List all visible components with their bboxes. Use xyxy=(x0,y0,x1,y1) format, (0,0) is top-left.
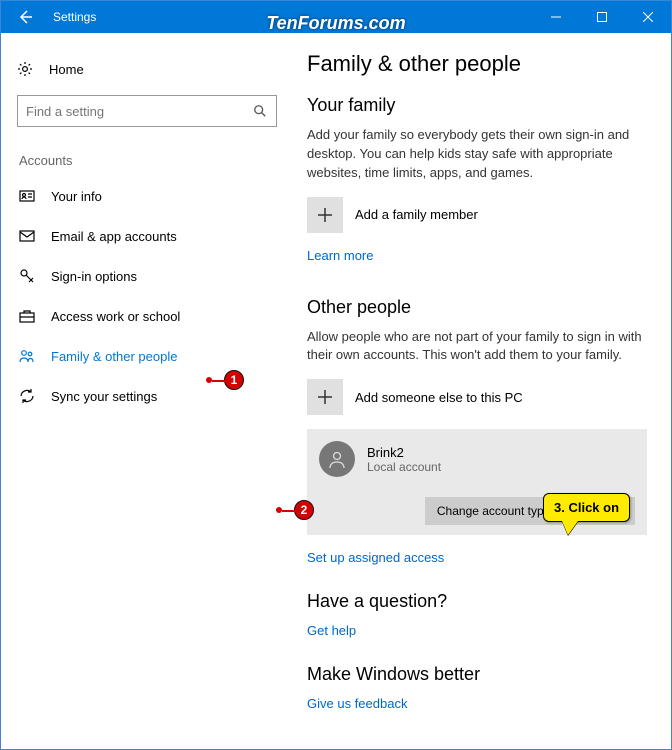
search-icon-wrap xyxy=(244,104,276,118)
question-heading: Have a question? xyxy=(307,591,647,612)
sidebar-item-sync[interactable]: Sync your settings xyxy=(17,376,287,416)
avatar xyxy=(319,441,355,477)
back-button[interactable] xyxy=(1,1,49,33)
add-other-button[interactable]: Add someone else to this PC xyxy=(307,379,647,415)
change-account-type-button[interactable]: Change account type xyxy=(425,497,562,525)
people-icon xyxy=(19,348,35,364)
person-icon xyxy=(327,449,347,469)
get-help-link[interactable]: Get help xyxy=(307,623,356,638)
add-family-label: Add a family member xyxy=(355,207,478,222)
main-content: Family & other people Your family Add yo… xyxy=(291,33,671,749)
section-label: Accounts xyxy=(17,153,287,168)
home-label: Home xyxy=(49,62,84,77)
sidebar-item-email[interactable]: Email & app accounts xyxy=(17,216,287,256)
search-icon xyxy=(253,104,267,118)
plus-box xyxy=(307,379,343,415)
window-controls xyxy=(533,1,671,33)
nav-label: Email & app accounts xyxy=(51,229,177,244)
home-button[interactable]: Home xyxy=(17,49,287,89)
better-heading: Make Windows better xyxy=(307,664,647,685)
sidebar-item-signin[interactable]: Sign-in options xyxy=(17,256,287,296)
arrow-left-icon xyxy=(17,9,33,25)
callout-text: 3. Click on xyxy=(554,500,619,515)
maximize-icon xyxy=(597,12,607,22)
minimize-button[interactable] xyxy=(533,1,579,33)
gear-icon xyxy=(17,61,33,77)
user-type: Local account xyxy=(367,460,441,474)
key-icon xyxy=(19,268,35,284)
add-family-button[interactable]: Add a family member xyxy=(307,197,647,233)
sidebar-item-your-info[interactable]: Your info xyxy=(17,176,287,216)
family-heading: Your family xyxy=(307,95,647,116)
nav-label: Sync your settings xyxy=(51,389,157,404)
sidebar: Home Accounts Your info Email & app acco… xyxy=(1,33,291,749)
sync-icon xyxy=(19,388,35,404)
title-bar: Settings xyxy=(1,1,671,33)
sidebar-item-work[interactable]: Access work or school xyxy=(17,296,287,336)
annotation-callout: 3. Click on xyxy=(543,493,630,522)
person-card-icon xyxy=(19,188,35,204)
user-name: Brink2 xyxy=(367,445,441,460)
plus-icon xyxy=(318,208,332,222)
window-title: Settings xyxy=(49,10,96,24)
search-input[interactable] xyxy=(18,104,244,119)
nav-label: Sign-in options xyxy=(51,269,137,284)
briefcase-icon xyxy=(19,308,35,324)
learn-more-link[interactable]: Learn more xyxy=(307,248,373,263)
assigned-access-link[interactable]: Set up assigned access xyxy=(307,550,444,565)
feedback-link[interactable]: Give us feedback xyxy=(307,696,407,711)
maximize-button[interactable] xyxy=(579,1,625,33)
add-other-label: Add someone else to this PC xyxy=(355,390,523,405)
plus-icon xyxy=(318,390,332,404)
other-description: Allow people who are not part of your fa… xyxy=(307,328,647,366)
sidebar-item-family[interactable]: Family & other people xyxy=(17,336,287,376)
other-heading: Other people xyxy=(307,297,647,318)
close-button[interactable] xyxy=(625,1,671,33)
family-description: Add your family so everybody gets their … xyxy=(307,126,647,183)
annotation-marker-2: 2 xyxy=(294,500,314,520)
search-box[interactable] xyxy=(17,95,277,127)
page-title: Family & other people xyxy=(307,51,647,77)
plus-box xyxy=(307,197,343,233)
minimize-icon xyxy=(551,12,561,22)
nav-label: Your info xyxy=(51,189,102,204)
mail-icon xyxy=(19,228,35,244)
nav-label: Family & other people xyxy=(51,349,177,364)
nav-label: Access work or school xyxy=(51,309,180,324)
close-icon xyxy=(643,12,653,22)
annotation-marker-1: 1 xyxy=(224,370,244,390)
